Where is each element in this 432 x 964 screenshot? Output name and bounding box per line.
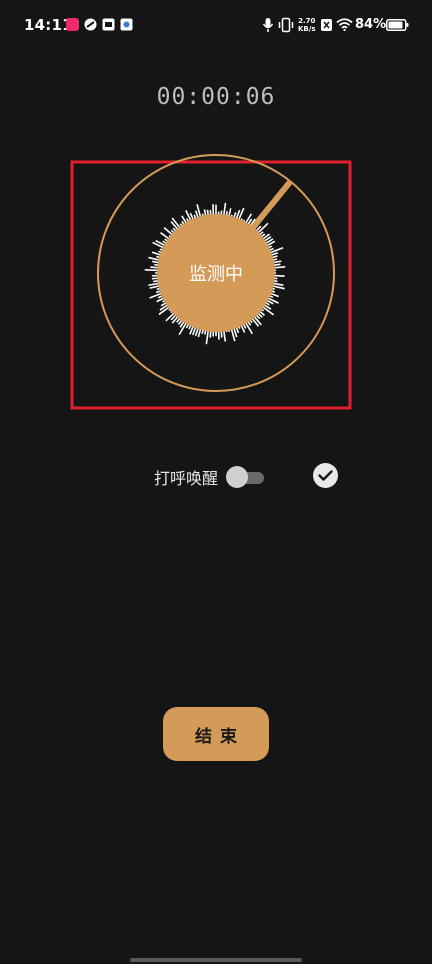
- snore-wake-label: 打呼唤醒: [154, 469, 219, 488]
- battery-percentage: 84%: [355, 17, 387, 32]
- waveform-bar: [205, 329, 210, 345]
- wifi-icon: [336, 18, 353, 31]
- waveform-bar: [222, 202, 227, 217]
- detector-status-label: 监测中: [189, 264, 243, 285]
- network-speed: 2.70 KB/s: [298, 17, 315, 33]
- status-bar: 14:11 2.70 KB/s 84%: [0, 0, 432, 52]
- app-notification-icon: [66, 18, 79, 31]
- snore-wake-toggle[interactable]: [226, 464, 266, 488]
- app-notification-icon: [120, 18, 133, 31]
- home-indicator[interactable]: [130, 958, 302, 962]
- network-speed-value: 2.70: [298, 17, 316, 25]
- vibrate-icon: [278, 17, 294, 33]
- end-button[interactable]: 结束: [163, 707, 269, 761]
- app-notification-icon: [84, 18, 97, 31]
- app-notification-icon: [102, 18, 115, 31]
- waveform-bar: [152, 241, 165, 249]
- data-off-icon: [321, 19, 332, 31]
- snore-wake-row: 打呼唤醒: [0, 458, 432, 494]
- elapsed-timer: 00:00:06: [156, 84, 276, 110]
- network-speed-unit: KB/s: [298, 25, 316, 33]
- toggle-thumb: [226, 466, 248, 488]
- checkmark-icon: [318, 470, 333, 481]
- battery-icon: [386, 19, 409, 31]
- confirm-check-button[interactable]: [313, 463, 338, 488]
- microphone-icon: [262, 18, 274, 32]
